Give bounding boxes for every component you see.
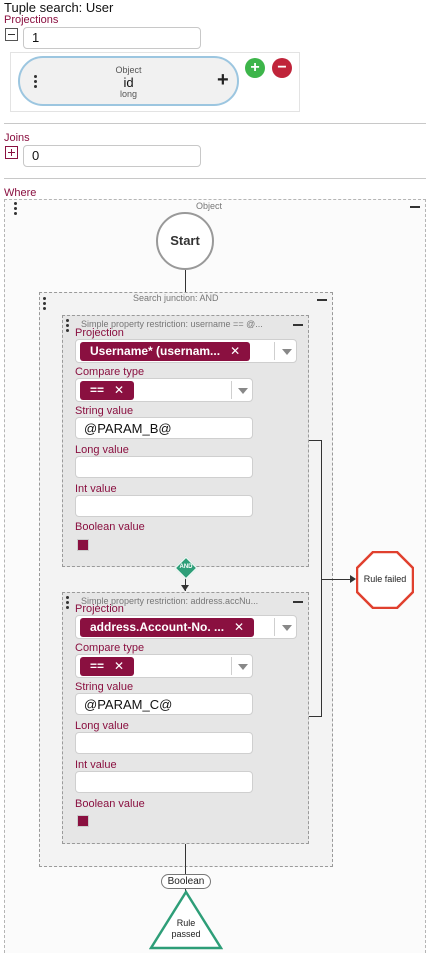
drag-handle-icon[interactable]: [43, 297, 46, 312]
where-label: Where: [4, 187, 37, 199]
compare-type-chip[interactable]: == ✕: [80, 381, 135, 400]
projection-label: Projection: [75, 327, 124, 339]
junction-label: Search junction: AND: [133, 293, 219, 303]
projection-name: id: [123, 75, 134, 90]
minimize-icon[interactable]: [293, 601, 303, 603]
divider: [4, 123, 426, 124]
and-label: AND: [179, 564, 193, 570]
long-value-input[interactable]: [75, 456, 253, 478]
joins-count-input[interactable]: 0: [23, 145, 201, 167]
projection-select[interactable]: Username* (usernam... ✕: [75, 339, 297, 363]
arrow-icon: [181, 585, 189, 591]
projection-select[interactable]: address.Account-No. ... ✕: [75, 615, 297, 639]
projection-chip-label: address.Account-No. ...: [90, 620, 225, 634]
joins-label: Joins: [4, 132, 30, 144]
connector: [309, 440, 321, 441]
restriction-card-username[interactable]: Simple property restriction: username ==…: [62, 315, 309, 567]
string-value-input[interactable]: @PARAM_B@: [75, 417, 253, 439]
collapse-icon[interactable]: [5, 28, 18, 41]
select-separator: [274, 342, 275, 360]
string-value-label: String value: [75, 405, 134, 417]
projection-chip[interactable]: Username* (usernam... ✕: [80, 342, 251, 361]
start-node[interactable]: Start: [156, 212, 214, 270]
long-value-input[interactable]: [75, 732, 253, 754]
compare-type-chip-label: ==: [90, 659, 105, 673]
projection-chip-label: Username* (usernam...: [90, 344, 221, 358]
int-value-input[interactable]: [75, 771, 253, 793]
int-value-label: Int value: [75, 483, 117, 495]
projections-label: Projections: [4, 14, 59, 26]
clear-icon[interactable]: ✕: [114, 659, 124, 673]
dropdown-caret-icon[interactable]: [282, 349, 292, 355]
dropdown-caret-icon[interactable]: [238, 388, 248, 394]
select-separator: [231, 657, 232, 675]
boolean-pill: Boolean: [161, 874, 211, 889]
compare-type-select[interactable]: == ✕: [75, 654, 253, 678]
minimize-icon[interactable]: [317, 299, 327, 301]
select-separator: [231, 381, 232, 399]
projections-count-input[interactable]: 1: [23, 27, 201, 49]
compare-type-label: Compare type: [75, 642, 145, 654]
boolean-value-label: Boolean value: [75, 521, 145, 533]
dropdown-caret-icon[interactable]: [238, 664, 248, 670]
boolean-value-checkbox[interactable]: [77, 539, 89, 551]
expand-icon[interactable]: [5, 146, 18, 159]
projection-chip[interactable]: address.Account-No. ... ✕: [80, 618, 255, 637]
boolean-value-label: Boolean value: [75, 798, 145, 810]
rule-passed-label: Rule passed: [171, 918, 201, 939]
page-title: Tuple search: User: [4, 0, 114, 15]
clear-icon[interactable]: ✕: [114, 383, 124, 397]
long-value-label: Long value: [75, 444, 129, 456]
connector: [321, 579, 351, 580]
compare-type-chip-label: ==: [90, 383, 105, 397]
drag-handle-icon[interactable]: [66, 319, 69, 334]
plus-icon[interactable]: +: [217, 69, 229, 92]
int-value-label: Int value: [75, 759, 117, 771]
divider: [4, 178, 426, 179]
compare-type-select[interactable]: == ✕: [75, 378, 253, 402]
select-separator: [274, 618, 275, 636]
string-value-input[interactable]: @PARAM_C@: [75, 693, 253, 715]
long-value-label: Long value: [75, 720, 129, 732]
string-value-label: String value: [75, 681, 134, 693]
connector: [309, 716, 321, 717]
compare-type-chip[interactable]: == ✕: [80, 657, 135, 676]
minimize-icon[interactable]: [293, 324, 303, 326]
rule-failed-label: Rule failed: [363, 574, 407, 584]
dropdown-caret-icon[interactable]: [282, 625, 292, 631]
remove-circle-icon[interactable]: −: [272, 58, 292, 78]
projection-datatype: long: [119, 89, 137, 99]
object-label: Object: [196, 201, 223, 211]
minimize-icon[interactable]: [410, 206, 420, 208]
projection-type: Object: [115, 65, 142, 75]
restriction-card-account-no[interactable]: Simple property restriction: address.acc…: [62, 592, 309, 844]
projection-label: Projection: [75, 603, 124, 615]
drag-handle-icon[interactable]: [14, 202, 17, 217]
add-circle-icon[interactable]: +: [245, 58, 265, 78]
int-value-input[interactable]: [75, 495, 253, 517]
clear-icon[interactable]: ✕: [230, 344, 240, 358]
drag-handle-icon[interactable]: [66, 596, 69, 611]
clear-icon[interactable]: ✕: [234, 620, 244, 634]
compare-type-label: Compare type: [75, 366, 145, 378]
boolean-value-checkbox[interactable]: [77, 815, 89, 827]
projection-card[interactable]: Object id long +: [18, 56, 239, 106]
